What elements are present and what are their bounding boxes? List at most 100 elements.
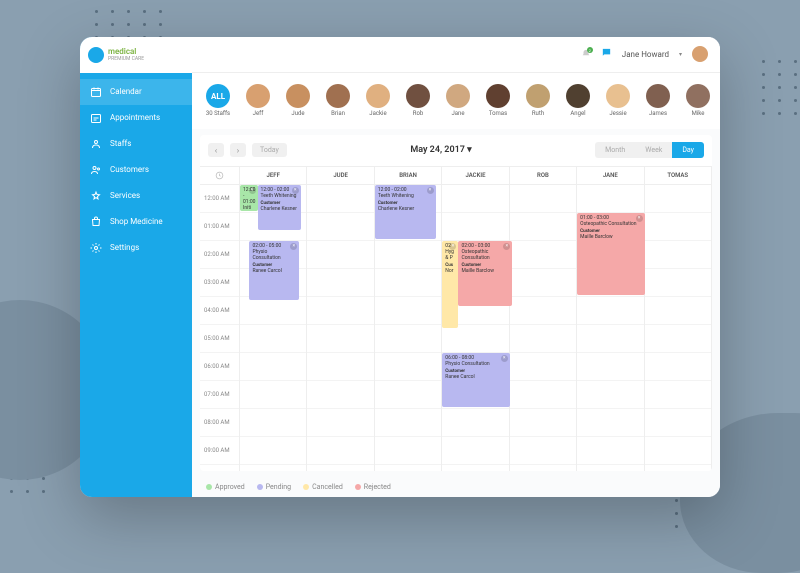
staff-angel[interactable]: Angel — [560, 84, 596, 117]
time-slot[interactable] — [240, 381, 306, 409]
time-slot[interactable] — [510, 241, 576, 269]
staff-brian[interactable]: Brian — [320, 84, 356, 117]
time-slot[interactable] — [645, 213, 711, 241]
bell-icon[interactable]: 2 — [581, 49, 591, 59]
time-slot[interactable] — [442, 185, 508, 213]
time-slot[interactable] — [375, 269, 441, 297]
time-slot[interactable] — [645, 185, 711, 213]
appointment-event[interactable]: ×06:00 - 08:00Physio ConsultationCustome… — [442, 353, 509, 407]
time-slot[interactable] — [375, 437, 441, 465]
next-button[interactable]: › — [230, 143, 246, 157]
time-slot[interactable] — [307, 269, 373, 297]
current-date[interactable]: May 24, 2017 ▾ — [293, 145, 589, 155]
appointment-event[interactable]: ×02:00 - 05:00Physio ConsultationCustome… — [249, 241, 299, 301]
time-slot[interactable] — [307, 437, 373, 465]
time-slot[interactable] — [442, 437, 508, 465]
sidebar-item-customers[interactable]: Customers — [80, 157, 192, 183]
close-icon[interactable]: × — [449, 243, 456, 250]
time-slot[interactable] — [645, 381, 711, 409]
time-slot[interactable] — [510, 269, 576, 297]
time-slot[interactable] — [375, 325, 441, 353]
avatar[interactable] — [692, 46, 708, 62]
close-icon[interactable]: × — [427, 187, 434, 194]
time-slot[interactable] — [510, 409, 576, 437]
time-slot[interactable] — [307, 353, 373, 381]
time-slot[interactable] — [375, 297, 441, 325]
time-slot[interactable] — [645, 409, 711, 437]
user-name[interactable]: Jane Howard — [622, 50, 669, 59]
appointment-event[interactable]: ×02:00 - 03:00Osteopathic ConsultationCu… — [458, 241, 512, 306]
appointment-event[interactable]: ×12:00 - 02:00Teeth WhiteningCustomerCha… — [375, 185, 436, 239]
time-slot[interactable] — [645, 241, 711, 269]
chevron-down-icon[interactable]: ▾ — [679, 51, 682, 58]
close-icon[interactable]: × — [292, 187, 299, 194]
staff-all[interactable]: ALL30 Staffs — [200, 84, 236, 117]
close-icon[interactable]: × — [503, 243, 510, 250]
staff-ruth[interactable]: Ruth — [520, 84, 556, 117]
time-slot[interactable] — [645, 269, 711, 297]
time-slot[interactable] — [510, 213, 576, 241]
chat-icon[interactable] — [601, 47, 612, 61]
time-slot[interactable] — [442, 409, 508, 437]
time-slot[interactable] — [510, 325, 576, 353]
sidebar-item-services[interactable]: Services — [80, 183, 192, 209]
logo[interactable]: medical PREMIUM CARE — [80, 37, 192, 73]
prev-button[interactable]: ‹ — [208, 143, 224, 157]
time-slot[interactable] — [645, 437, 711, 465]
time-slot[interactable] — [645, 297, 711, 325]
time-slot[interactable] — [240, 437, 306, 465]
time-slot[interactable] — [510, 297, 576, 325]
staff-jeff[interactable]: Jeff — [240, 84, 276, 117]
appointment-event[interactable]: ×12:00 - 02:00Teeth WhiteningCustomerCha… — [258, 185, 301, 231]
sidebar-item-appointments[interactable]: Appointments — [80, 105, 192, 131]
time-slot[interactable] — [645, 353, 711, 381]
time-slot[interactable] — [240, 325, 306, 353]
time-slot[interactable] — [577, 325, 643, 353]
time-slot[interactable] — [510, 185, 576, 213]
sidebar-item-settings[interactable]: Settings — [80, 235, 192, 261]
sidebar-item-shop-medicine[interactable]: Shop Medicine — [80, 209, 192, 235]
view-week[interactable]: Week — [635, 142, 672, 158]
staff-jackie[interactable]: Jackie — [360, 84, 396, 117]
time-slot[interactable] — [307, 325, 373, 353]
time-slot[interactable] — [510, 353, 576, 381]
time-slot[interactable] — [375, 241, 441, 269]
time-slot[interactable] — [577, 409, 643, 437]
sidebar-item-calendar[interactable]: Calendar — [80, 79, 192, 105]
time-slot[interactable] — [307, 409, 373, 437]
close-icon[interactable]: × — [249, 187, 256, 194]
staff-james[interactable]: James — [640, 84, 676, 117]
time-slot[interactable] — [240, 297, 306, 325]
close-icon[interactable]: × — [501, 355, 508, 362]
time-slot[interactable] — [240, 409, 306, 437]
time-slot[interactable] — [442, 325, 508, 353]
staff-mike[interactable]: Mike — [680, 84, 716, 117]
appointment-event[interactable]: ×12:00 - 01:00InitiCustKevi — [240, 185, 258, 211]
time-slot[interactable] — [510, 437, 576, 465]
today-button[interactable]: Today — [252, 143, 287, 157]
time-slot[interactable] — [240, 353, 306, 381]
staff-jessie[interactable]: Jessie — [600, 84, 636, 117]
staff-tomas[interactable]: Tomas — [480, 84, 516, 117]
staff-jude[interactable]: Jude — [280, 84, 316, 117]
view-month[interactable]: Month — [595, 142, 635, 158]
time-slot[interactable] — [442, 213, 508, 241]
time-slot[interactable] — [375, 353, 441, 381]
time-slot[interactable] — [510, 381, 576, 409]
time-slot[interactable] — [307, 297, 373, 325]
view-day[interactable]: Day — [672, 142, 704, 158]
time-slot[interactable] — [375, 381, 441, 409]
time-slot[interactable] — [577, 437, 643, 465]
staff-rob[interactable]: Rob — [400, 84, 436, 117]
close-icon[interactable]: × — [290, 243, 297, 250]
close-icon[interactable]: × — [636, 215, 643, 222]
time-slot[interactable] — [577, 185, 643, 213]
staff-jane[interactable]: Jane — [440, 84, 476, 117]
time-slot[interactable] — [307, 213, 373, 241]
time-slot[interactable] — [645, 325, 711, 353]
appointment-event[interactable]: ×02Hyg & PCusNor — [442, 241, 458, 329]
time-slot[interactable] — [307, 381, 373, 409]
appointment-event[interactable]: ×01:00 - 03:00Osteopathic ConsultationCu… — [577, 213, 644, 295]
time-slot[interactable] — [307, 185, 373, 213]
time-slot[interactable] — [375, 409, 441, 437]
